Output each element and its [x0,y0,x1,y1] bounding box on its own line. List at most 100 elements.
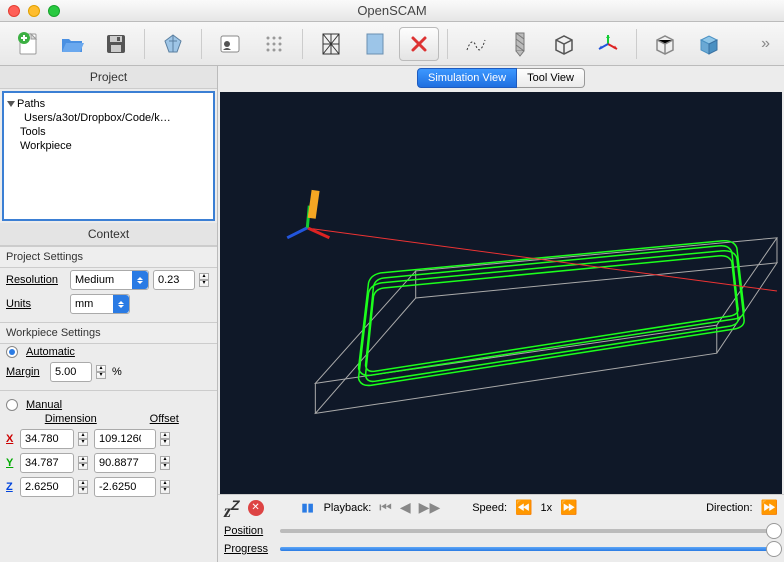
tab-tool-view[interactable]: Tool View [517,68,585,88]
margin-input[interactable] [50,362,92,382]
margin-unit: % [112,366,122,378]
drill-bit-icon [514,31,526,57]
left-panel: Project Paths Users/a3ot/Dropbox/Code/k…… [0,66,218,562]
dots-grid-icon [263,33,285,55]
manual-radio[interactable] [6,399,18,411]
step-fwd-icon[interactable]: ▶▶ [419,499,441,516]
cube-grey-button[interactable] [645,27,685,61]
direction-toggle-icon[interactable]: ⏩ [761,499,778,516]
y-off-spinner[interactable]: ▴▾ [160,456,172,470]
cancel-view-button[interactable] [399,27,439,61]
dimension-col-head: Dimension [24,413,118,425]
manual-label[interactable]: Manual [26,399,62,411]
x-axis-label: X [6,433,16,445]
context-pane-title: Context [0,223,217,246]
pause-button[interactable]: ▮▮ [300,500,316,516]
viewport-render [220,92,782,494]
cube-grey-icon [652,31,678,57]
speed-label: Speed: [472,502,507,514]
open-folder-icon [59,31,85,57]
3d-viewport[interactable] [220,92,782,494]
solid-rect-icon [364,31,386,57]
project-tree[interactable]: Paths Users/a3ot/Dropbox/Code/k… Tools W… [2,91,215,221]
margin-spinner[interactable]: ▴▾ [96,365,108,379]
tree-tools[interactable]: Tools [8,125,209,139]
position-slider[interactable] [280,529,778,533]
workpiece-settings-heading: Workpiece Settings [0,322,217,344]
x-off-spinner[interactable]: ▴▾ [160,432,172,446]
new-file-button[interactable] [8,27,48,61]
units-label: Units [6,298,66,310]
offset-col-head: Offset [118,413,212,425]
cutter-button[interactable] [153,27,193,61]
progress-slider-label: Progress [224,543,274,555]
y-offset-input[interactable] [94,453,156,473]
tab-simulation-view[interactable]: Simulation View [417,68,517,88]
window-title: OpenSCAM [0,3,784,18]
progress-fill [280,547,778,551]
dotted-curve-icon [464,32,488,56]
resolution-spinner[interactable]: ▴▾ [199,273,211,287]
open-file-button[interactable] [52,27,92,61]
save-icon [104,32,128,56]
tree-paths[interactable]: Paths [8,97,209,111]
card-icon [219,33,241,55]
texture-button[interactable] [254,27,294,61]
step-back-icon[interactable]: ◀ [400,499,411,516]
z-dimension-input[interactable] [20,477,74,497]
automatic-label[interactable]: Automatic [26,346,75,358]
wireframe-cross-button[interactable] [311,27,351,61]
drill-button[interactable] [500,27,540,61]
path-view-button[interactable] [456,27,496,61]
speed-down-icon[interactable]: ⏪ [515,499,532,516]
x-dimension-input[interactable] [20,429,74,449]
window-titlebar: OpenSCAM [0,0,784,22]
cube-filled-button[interactable] [689,27,729,61]
progress-slider[interactable] [280,547,778,551]
automatic-radio[interactable] [6,346,18,358]
wireframe-cross-icon [320,31,342,57]
sleep-icon: zZ [224,498,240,518]
tree-path-file[interactable]: Users/a3ot/Dropbox/Code/k… [8,111,209,125]
resolution-select[interactable]: Medium [70,270,149,290]
speed-value: 1x [541,502,553,514]
z-off-spinner[interactable]: ▴▾ [160,480,172,494]
z-axis-label: Z [6,481,16,493]
tree-workpiece[interactable]: Workpiece [8,139,209,153]
disclosure-triangle-icon[interactable] [7,101,15,107]
project-pane-title: Project [0,66,217,89]
rewind-fast-icon[interactable]: ⏮ [379,499,392,516]
units-select[interactable]: mm [70,294,130,314]
cube-outline-button[interactable] [544,27,584,61]
margin-label: Margin [6,366,46,378]
z-offset-input[interactable] [94,477,156,497]
direction-label: Direction: [706,502,752,514]
red-x-icon [409,34,429,54]
speed-up-icon[interactable]: ⏩ [560,499,577,516]
main-toolbar: » [0,22,784,66]
y-dim-spinner[interactable]: ▴▾ [78,456,90,470]
xyz-axis-icon [596,32,620,56]
y-axis-label: Y [6,457,16,469]
stop-button[interactable]: ✕ [248,500,264,516]
resolution-number[interactable] [153,270,195,290]
save-file-button[interactable] [96,27,136,61]
right-panel: Simulation View Tool View [218,66,784,562]
y-dimension-input[interactable] [20,453,74,473]
x-offset-input[interactable] [94,429,156,449]
resolution-label: Resolution [6,274,66,286]
z-dim-spinner[interactable]: ▴▾ [78,480,90,494]
playback-label: Playback: [324,502,372,514]
progress-thumb[interactable] [766,541,782,557]
new-file-icon [15,31,41,57]
playback-bar: zZ ✕ ▮▮ Playback: ⏮ ◀ ▶▶ Speed: ⏪ 1x ⏩ D… [218,494,784,520]
position-thumb[interactable] [766,523,782,539]
axis-button[interactable] [588,27,628,61]
x-dim-spinner[interactable]: ▴▾ [78,432,90,446]
select-arrows-icon [132,271,148,289]
profile-button[interactable] [210,27,250,61]
select-arrows-icon [113,295,129,313]
solid-view-button[interactable] [355,27,395,61]
position-slider-label: Position [224,525,274,537]
toolbar-overflow-icon[interactable]: » [755,35,776,53]
